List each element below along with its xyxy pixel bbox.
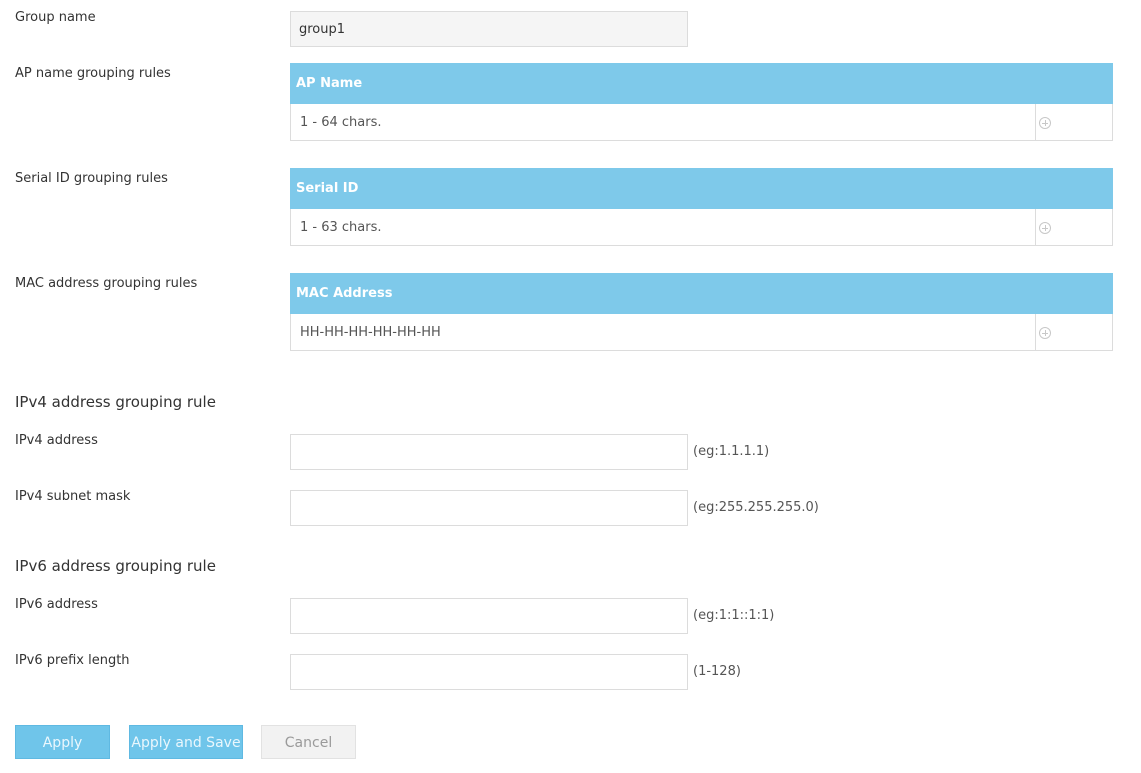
ipv4-address-label: IPv4 address <box>15 433 98 448</box>
ipv4-address-hint: (eg:1.1.1.1) <box>693 444 770 459</box>
ap-name-column-header: AP Name <box>290 63 1113 104</box>
apply-button[interactable]: Apply <box>15 725 110 759</box>
mac-address-column-header: MAC Address <box>290 273 1113 314</box>
serial-id-column-header: Serial ID <box>290 168 1113 209</box>
ipv4-subnet-mask-label: IPv4 subnet mask <box>15 489 131 504</box>
group-name-input[interactable] <box>290 11 688 47</box>
ipv6-address-input[interactable] <box>290 598 688 634</box>
ipv6-address-label: IPv6 address <box>15 597 98 612</box>
ap-name-rule-row <box>290 104 1113 141</box>
ap-name-rules-label: AP name grouping rules <box>15 66 171 81</box>
ipv6-section-title: IPv6 address grouping rule <box>15 557 216 575</box>
ap-name-rules-table: AP Name <box>290 63 1113 141</box>
cancel-button[interactable]: Cancel <box>261 725 356 759</box>
ipv4-address-input[interactable] <box>290 434 688 470</box>
mac-address-rule-input[interactable] <box>291 314 1036 350</box>
add-circle-icon[interactable] <box>1039 327 1051 339</box>
serial-id-rule-row <box>290 209 1113 246</box>
mac-address-rules-label: MAC address grouping rules <box>15 276 198 291</box>
ap-name-rule-input[interactable] <box>291 104 1036 140</box>
ipv6-prefix-length-input[interactable] <box>290 654 688 690</box>
serial-id-rule-input[interactable] <box>291 209 1036 245</box>
ipv4-subnet-mask-input[interactable] <box>290 490 688 526</box>
ipv4-section-title: IPv4 address grouping rule <box>15 393 216 411</box>
ipv4-subnet-mask-hint: (eg:255.255.255.0) <box>693 500 819 515</box>
mac-address-rule-row <box>290 314 1113 351</box>
ipv6-address-hint: (eg:1:1::1:1) <box>693 608 775 623</box>
serial-id-rules-label: Serial ID grouping rules <box>15 171 168 186</box>
add-circle-icon[interactable] <box>1039 222 1051 234</box>
ipv6-prefix-length-hint: (1-128) <box>693 664 741 679</box>
ipv6-prefix-length-label: IPv6 prefix length <box>15 653 130 668</box>
add-circle-icon[interactable] <box>1039 117 1051 129</box>
serial-id-rules-table: Serial ID <box>290 168 1113 246</box>
mac-address-rules-table: MAC Address <box>290 273 1113 351</box>
group-name-label: Group name <box>15 10 96 25</box>
apply-and-save-button[interactable]: Apply and Save <box>129 725 243 759</box>
